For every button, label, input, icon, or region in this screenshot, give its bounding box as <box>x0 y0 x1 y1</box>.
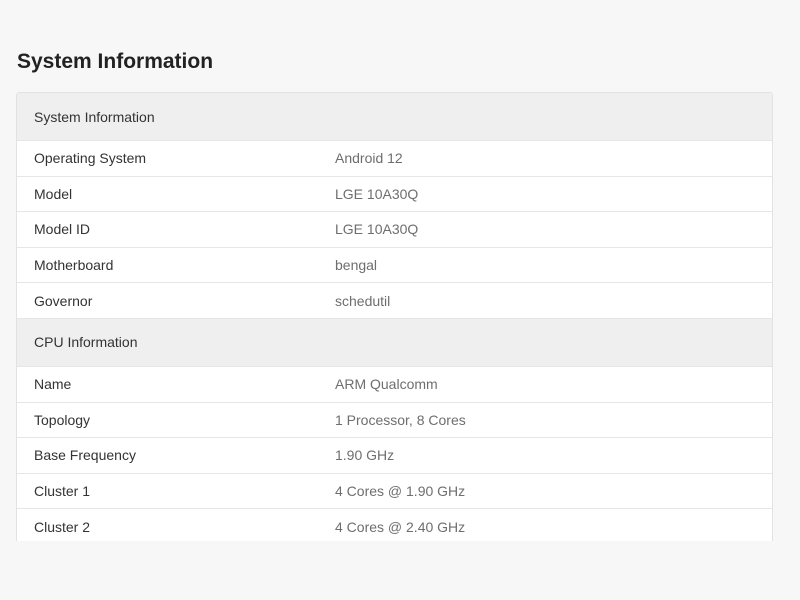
table-row: Model LGE 10A30Q <box>17 177 772 213</box>
row-label: Name <box>34 376 72 393</box>
table-row: Base Frequency 1.90 GHz <box>17 438 772 474</box>
table-row: Operating System Android 12 <box>17 141 772 177</box>
table-row: Governor schedutil <box>17 283 772 319</box>
row-label: Topology <box>34 411 91 428</box>
row-label: Motherboard <box>34 257 114 274</box>
row-value: bengal <box>335 257 378 274</box>
row-label: Model <box>34 185 73 202</box>
system-info-table: System Information Operating System Andr… <box>16 92 773 541</box>
row-label: Base Frequency <box>34 447 136 464</box>
row-label: Governor <box>34 292 93 309</box>
page: System Information System Information Op… <box>0 0 800 600</box>
row-value: LGE 10A30Q <box>335 221 419 238</box>
table-row: Topology 1 Processor, 8 Cores <box>17 403 772 439</box>
page-title: System Information <box>17 50 214 73</box>
section-header-system-information: System Information <box>17 93 772 141</box>
row-value: ARM Qualcomm <box>335 376 438 393</box>
table-row: Cluster 2 4 Cores @ 2.40 GHz <box>17 509 772 541</box>
row-value: 4 Cores @ 1.90 GHz <box>335 483 466 500</box>
table-row: Model ID LGE 10A30Q <box>17 212 772 248</box>
row-label: Cluster 1 <box>34 483 91 500</box>
table-row: Name ARM Qualcomm <box>17 367 772 403</box>
row-label: Cluster 2 <box>34 518 91 535</box>
row-value: 1.90 GHz <box>335 447 395 464</box>
row-value: Android 12 <box>335 150 403 167</box>
row-label: Model ID <box>34 221 91 238</box>
row-value: schedutil <box>335 292 391 309</box>
row-value: LGE 10A30Q <box>335 185 419 202</box>
table-row: Cluster 1 4 Cores @ 1.90 GHz <box>17 474 772 510</box>
section-header-cpu-information: CPU Information <box>17 318 772 367</box>
row-value: 4 Cores @ 2.40 GHz <box>335 518 466 535</box>
row-value: 1 Processor, 8 Cores <box>335 411 466 428</box>
row-label: Operating System <box>34 150 147 167</box>
table-row: Motherboard bengal <box>17 248 772 284</box>
